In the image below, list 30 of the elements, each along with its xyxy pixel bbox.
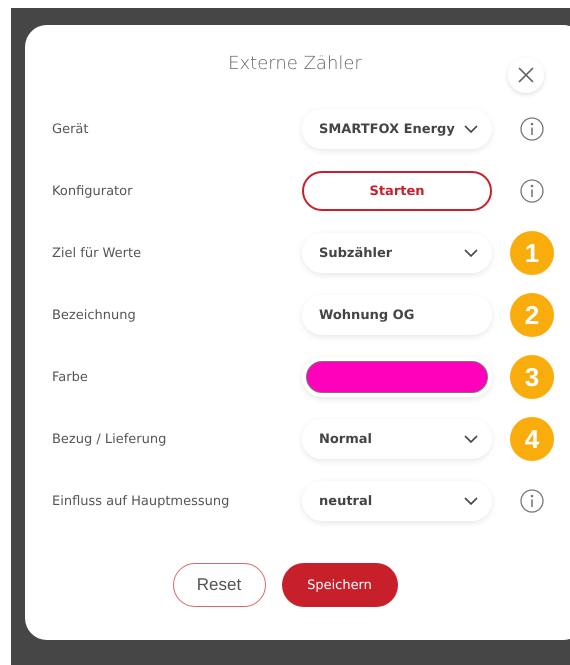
close-button[interactable]: [508, 57, 544, 93]
dropdown[interactable]: SMARTFOX Energy: [302, 109, 492, 149]
field-label: Konfigurator: [52, 184, 134, 198]
save-button[interactable]: Speichern: [282, 563, 398, 607]
field-label: Gerät: [52, 122, 90, 136]
input-field[interactable]: Wohnung OG: [302, 295, 492, 335]
field-label: Farbe: [52, 370, 89, 384]
field-label: Bezug / Lieferung: [52, 432, 168, 446]
chevron-down-icon: [464, 496, 478, 506]
number-badge: 1: [510, 231, 554, 275]
field-label: Bezeichnung: [52, 308, 137, 322]
dropdown[interactable]: Subzähler: [302, 233, 492, 273]
chevron-down-icon: [464, 124, 478, 134]
dialog-title: Externe Zähler: [228, 53, 362, 76]
dropdown[interactable]: Normal: [302, 419, 492, 459]
start-button[interactable]: Starten: [302, 171, 492, 211]
info-icon[interactable]: [520, 179, 544, 203]
field-label: Ziel für Werte: [52, 246, 142, 260]
close-icon: [517, 66, 535, 84]
chevron-down-icon: [464, 248, 478, 258]
info-icon[interactable]: [520, 117, 544, 141]
number-badge: 3: [510, 355, 554, 399]
number-badge: 2: [510, 293, 554, 337]
dropdown[interactable]: neutral: [302, 481, 492, 521]
info-icon[interactable]: [520, 489, 544, 513]
color-swatch[interactable]: [306, 361, 488, 393]
number-badge: 4: [510, 417, 554, 461]
reset-button[interactable]: Reset: [172, 563, 266, 607]
chevron-down-icon: [464, 434, 478, 444]
field-label: Einfluss auf Hauptmessung: [52, 494, 230, 508]
